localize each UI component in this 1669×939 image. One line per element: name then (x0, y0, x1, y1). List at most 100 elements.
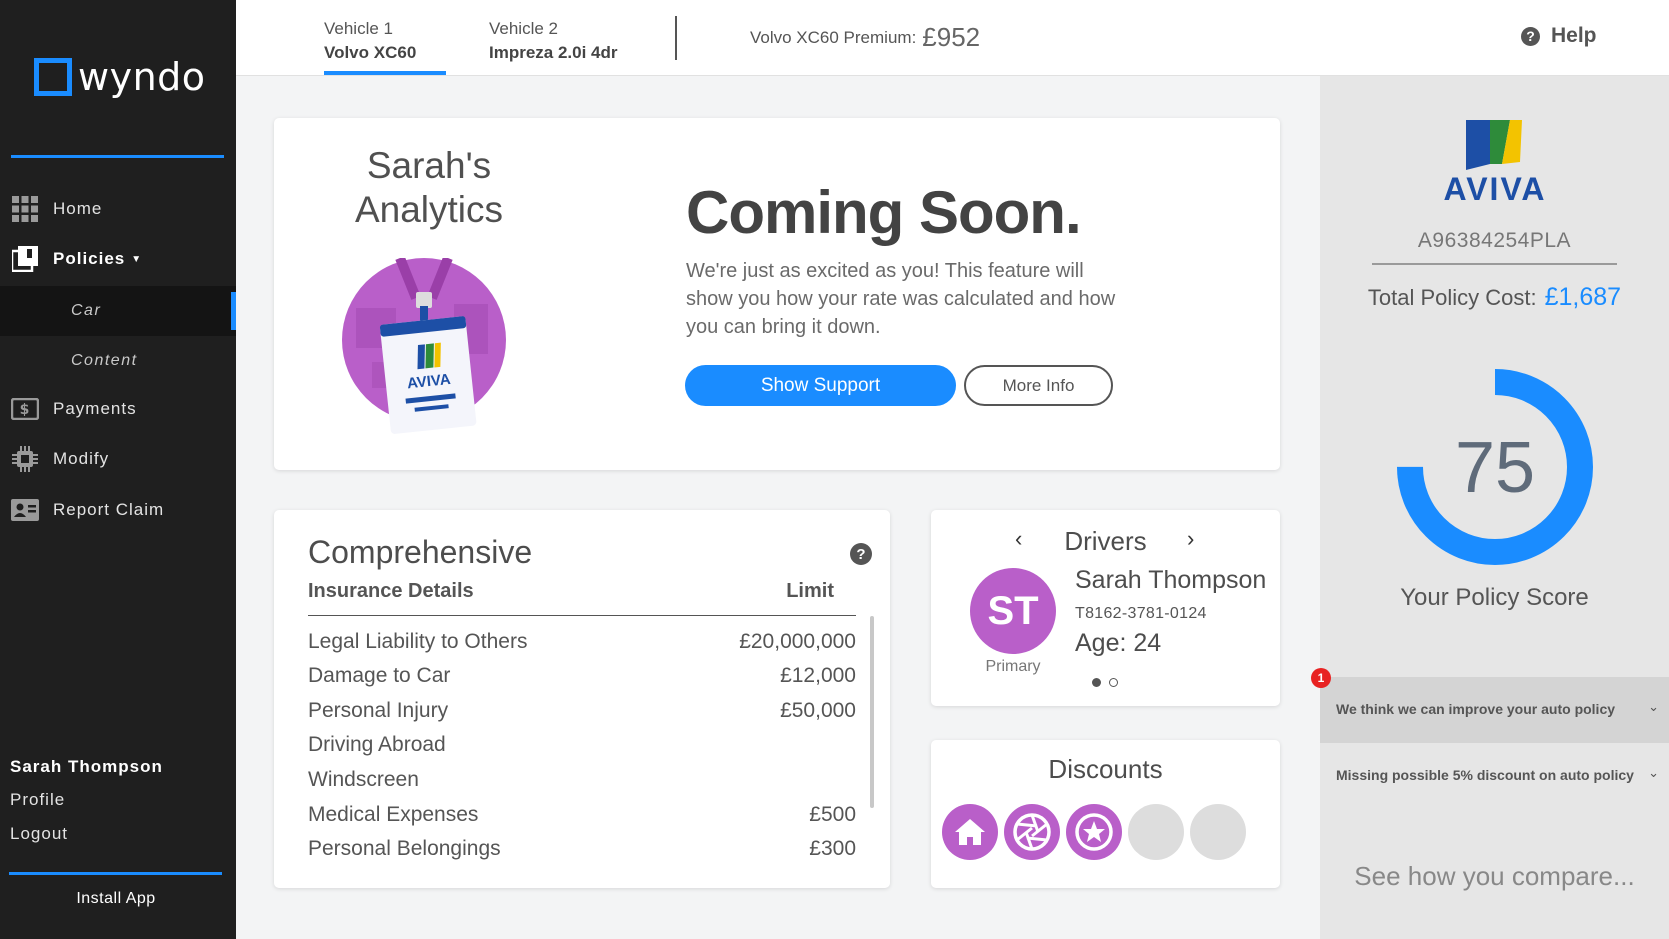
driver-license: T8162-3781-0124 (1075, 605, 1207, 622)
row-limit: £12,000 (780, 664, 856, 687)
sidebar-item-payments[interactable]: $ Payments (0, 386, 236, 432)
table-row: Damage to Car £12,000 (308, 664, 856, 694)
vehicle-tab-label: Vehicle 1 (324, 19, 393, 38)
home-discount-icon[interactable] (942, 804, 998, 860)
vehicle-tab-name: Volvo XC60 (324, 43, 417, 62)
logout-link[interactable]: Logout (10, 824, 68, 844)
driver-role: Primary (985, 658, 1041, 675)
score-value: 75 (1455, 428, 1535, 508)
vehicle-tab-name: Impreza 2.0i 4dr (489, 43, 618, 62)
table-row: Driving Abroad (308, 733, 856, 763)
topbar-divider (675, 16, 677, 60)
coverage-title: Comprehensive (308, 534, 533, 570)
help-button[interactable]: ? Help (1521, 24, 1597, 48)
svg-text:$: $ (20, 402, 31, 418)
drivers-card: ‹ Drivers › ST Primary Sarah Thompson T8… (931, 510, 1280, 706)
scrollbar[interactable] (870, 616, 874, 808)
chevron-right-icon[interactable]: › (1187, 526, 1194, 552)
row-limit: £500 (809, 803, 856, 826)
aperture-discount-icon[interactable] (1004, 804, 1060, 860)
policy-number: A96384254PLA (1417, 229, 1572, 252)
score-label: Your Policy Score (1400, 584, 1589, 611)
install-app-button[interactable]: Install App (0, 890, 232, 908)
total-cost-label: Total Policy Cost: (1367, 285, 1537, 310)
sidebar-user-name: Sarah Thompson (10, 757, 163, 776)
improve-policy-alert[interactable]: 1 We think we can improve your auto poli… (1311, 668, 1669, 743)
svg-text:AVIVA: AVIVA (1443, 171, 1546, 207)
row-name: Driving Abroad (308, 733, 446, 756)
carousel-dot[interactable] (1109, 678, 1118, 687)
policy-panel: AVIVA A96384254PLA Total Policy Cost: £1,… (1311, 76, 1669, 939)
premium-label: Volvo XC60 Premium: (750, 28, 917, 47)
active-tab-indicator (324, 71, 446, 75)
alert-text: Missing possible 5% discount on auto pol… (1336, 767, 1634, 783)
driver-age: Age: 24 (1075, 629, 1162, 657)
vehicle-premium: Volvo XC60 Premium: £952 (750, 22, 980, 53)
sidebar-item-home[interactable]: Home (0, 186, 236, 232)
sidebar-item-label: Home (53, 199, 103, 218)
analytics-title-line2: Analytics (354, 189, 504, 230)
sidebar-item-label: Report Claim (53, 500, 165, 519)
question-icon[interactable]: ? (850, 543, 872, 565)
policy-score-gauge: 75 (1397, 369, 1593, 565)
profile-link[interactable]: Profile (10, 790, 65, 810)
policies-icon (11, 246, 39, 272)
payment-icon: $ (11, 396, 39, 422)
logo-text: wyndo (78, 55, 206, 99)
sidebar-subitem-car[interactable]: Car (0, 286, 236, 336)
table-row: Personal Injury £50,000 (308, 699, 856, 729)
col-details: Insurance Details (308, 580, 474, 602)
chip-icon (11, 446, 39, 472)
show-support-button[interactable]: Show Support (685, 365, 956, 406)
tab-vehicle-2[interactable]: Vehicle 2 Impreza 2.0i 4dr (489, 18, 618, 64)
table-row: Legal Liability to Others £20,000,000 (308, 630, 856, 660)
sidebar-subitem-content[interactable]: Content (0, 336, 236, 386)
notification-badge: 1 (1311, 668, 1331, 688)
row-name: Personal Belongings (308, 837, 501, 860)
discount-alert[interactable]: Missing possible 5% discount on auto pol… (1320, 743, 1669, 809)
more-info-button[interactable]: More Info (964, 365, 1113, 406)
vehicle-tab-label: Vehicle 2 (489, 19, 558, 38)
coverage-header: Insurance Details Limit (308, 580, 856, 616)
sidebar-item-report-claim[interactable]: Report Claim (0, 487, 236, 533)
total-policy-cost: Total Policy Cost: £1,687 (1320, 283, 1669, 312)
table-row: Windscreen (308, 768, 856, 798)
analytics-title-line1: Sarah's (366, 145, 492, 186)
row-name: Personal Injury (308, 699, 449, 722)
empty-discount-slot (1190, 804, 1246, 860)
analytics-card: Sarah's Analytics AVIVA Coming Soon. We'… (274, 118, 1280, 470)
sidebar: wyndo Home Policies ▼ Car Content $ Paym… (0, 0, 236, 939)
row-name: Windscreen (308, 768, 419, 791)
total-cost-value: £1,687 (1544, 283, 1622, 311)
chevron-down-icon: ⌄ (1648, 765, 1659, 780)
badge-illustration-icon: AVIVA (342, 258, 506, 434)
table-row: Medical Expenses £500 (308, 803, 856, 833)
sidebar-item-label: Payments (53, 399, 137, 418)
top-bar: Vehicle 1 Volvo XC60 Vehicle 2 Impreza 2… (236, 0, 1669, 76)
grid-icon (11, 196, 39, 222)
chevron-down-icon: ▼ (131, 253, 143, 265)
row-name: Damage to Car (308, 664, 451, 687)
star-discount-icon[interactable] (1066, 804, 1122, 860)
help-label: Help (1551, 24, 1597, 47)
analytics-title: Sarah's Analytics (344, 144, 514, 232)
table-row: Personal Belongings £300 (308, 837, 856, 867)
sidebar-item-modify[interactable]: Modify (0, 436, 236, 482)
tab-vehicle-1[interactable]: Vehicle 1 Volvo XC60 (324, 18, 416, 64)
driver-name: Sarah Thompson (1075, 566, 1267, 594)
wyndo-logo[interactable]: wyndo (34, 58, 206, 96)
sidebar-divider (11, 155, 224, 158)
aviva-logo-icon: AVIVA (1443, 120, 1546, 207)
coming-soon-heading: Coming Soon. (686, 179, 1082, 246)
carousel-dot-active[interactable] (1092, 678, 1101, 687)
row-limit: £300 (809, 837, 856, 860)
policy-divider (1372, 263, 1617, 265)
avatar: ST (970, 568, 1056, 654)
row-name: Medical Expenses (308, 803, 479, 826)
compare-link[interactable]: See how you compare... (1320, 861, 1669, 892)
coverage-card: Comprehensive ? Insurance Details Limit … (274, 510, 890, 888)
drivers-title: Drivers (1064, 526, 1147, 556)
empty-discount-slot (1128, 804, 1184, 860)
discounts-card: Discounts (931, 740, 1280, 888)
sidebar-item-policies[interactable]: Policies ▼ (0, 236, 236, 282)
